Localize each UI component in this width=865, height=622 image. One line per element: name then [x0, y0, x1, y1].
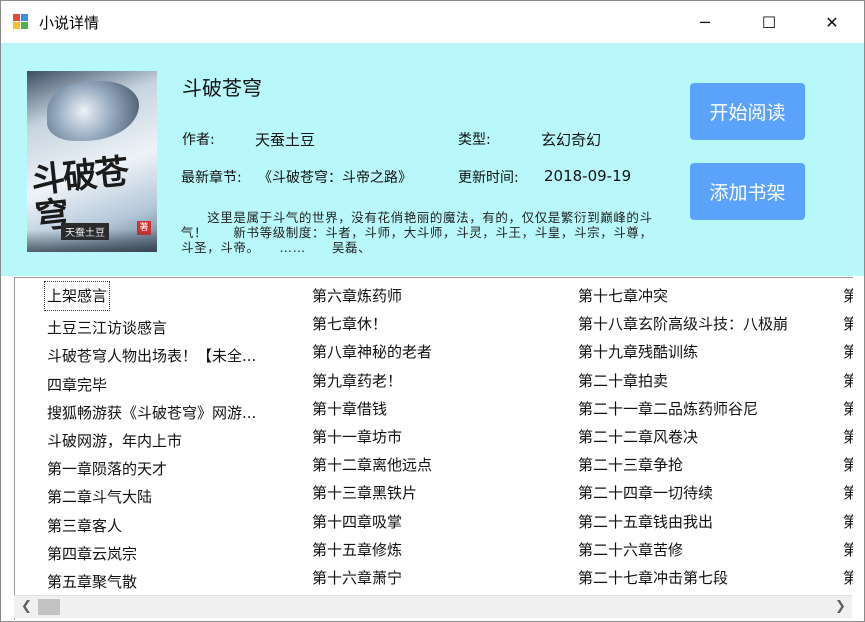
chapter-item[interactable]: 第 [843, 423, 853, 451]
updated-label: 更新时间: [458, 170, 519, 186]
scroll-left-icon[interactable]: ❮ [18, 598, 35, 615]
chapter-item[interactable]: 四章完毕 [47, 371, 297, 399]
chapter-item[interactable]: 第十九章残酷训练 [578, 338, 828, 366]
chapter-item[interactable]: 第五章聚气散 [47, 568, 297, 596]
scroll-right-icon[interactable]: ❯ [832, 598, 849, 615]
chapter-column-4: 第第第第第第第第第第第 [843, 282, 853, 592]
chapter-item[interactable]: 第十三章黑铁片 [312, 479, 562, 507]
book-info-panel: 斗破苍穹 天蚕土豆 著 斗破苍穹 作者: 天蚕土豆 类型: 玄幻奇幻 最新章节:… [1, 43, 864, 276]
genre-value: 玄幻奇幻 [541, 131, 602, 149]
latest-chapter-value: 《斗破苍穹：斗帝之路》 [258, 170, 412, 186]
chapter-item[interactable]: 第二十一章二品炼药师谷尼 [578, 395, 828, 423]
chapter-item[interactable]: 第一章陨落的天才 [47, 455, 297, 483]
chapter-item[interactable]: 第 [843, 395, 853, 423]
book-cover-image: 斗破苍穹 天蚕土豆 著 [27, 71, 157, 252]
horizontal-scrollbar[interactable]: ❮ ❯ [14, 595, 852, 618]
chapter-item[interactable]: 第 [843, 367, 853, 395]
chapter-item[interactable]: 第二十章拍卖 [578, 367, 828, 395]
start-reading-button[interactable]: 开始阅读 [690, 83, 805, 140]
chapter-item[interactable]: 第二十二章风卷决 [578, 423, 828, 451]
chapter-item[interactable]: 第二十五章钱由我出 [578, 508, 828, 536]
chapter-item[interactable]: 第七章休！ [312, 310, 562, 338]
chapter-column-3: 第十七章冲突 第十八章玄阶高级斗技：八极崩 第十九章残酷训练 第二十章拍卖 第二十一章二… [578, 282, 828, 592]
chapter-item[interactable]: 第二十三章争抢 [578, 451, 828, 479]
maximize-button[interactable]: ☐ [746, 1, 792, 43]
chapter-item[interactable]: 第十七章冲突 [578, 282, 828, 310]
chapter-item[interactable]: 第二十七章冲击第七段 [578, 564, 828, 592]
chapter-item[interactable]: 第 [843, 338, 853, 366]
chapter-item[interactable]: 第十一章坊市 [312, 423, 562, 451]
chapter-item[interactable]: 第 [843, 508, 853, 536]
chapter-list[interactable]: 上架感言 土豆三江访谈感言 斗破苍穹人物出场表！【未全... 四章完毕 搜狐畅游获《斗破… [14, 277, 853, 620]
chapter-item[interactable]: 第二十四章一切待续 [578, 479, 828, 507]
chapter-item[interactable]: 第八章神秘的老者 [312, 338, 562, 366]
author-value: 天蚕土豆 [255, 131, 316, 149]
chapter-item[interactable]: 第六章炼药师 [312, 282, 562, 310]
chapter-item[interactable]: 第 [843, 451, 853, 479]
chapter-item[interactable]: 第二章斗气大陆 [47, 483, 297, 511]
genre-label: 类型: [458, 132, 491, 148]
chapter-item[interactable]: 第十八章玄阶高级斗技：八极崩 [578, 310, 828, 338]
novel-detail-window: 小说详情 ─ ☐ ✕ 斗破苍穹 天蚕土豆 著 斗破苍穹 作者: 天蚕土豆 类型:… [0, 0, 865, 622]
chapter-item[interactable]: 第十五章修炼 [312, 536, 562, 564]
chapter-item[interactable]: 搜狐畅游获《斗破苍穹》网游... [47, 399, 297, 427]
cover-figures [27, 230, 157, 252]
scroll-thumb[interactable] [38, 599, 60, 615]
minimize-button[interactable]: ─ [682, 1, 728, 43]
updated-value: 2018-09-19 [544, 167, 632, 185]
book-description: 这里是属于斗气的世界，没有花俏艳丽的魔法，有的，仅仅是繁衍到巅峰的斗气！ 新书等… [181, 210, 653, 255]
chapter-item[interactable]: 斗破网游，年内上市 [47, 427, 297, 455]
add-to-shelf-button[interactable]: 添加书架 [690, 163, 805, 220]
chapter-item[interactable]: 第 [843, 282, 853, 310]
author-label: 作者: [182, 132, 215, 148]
chapter-item[interactable]: 斗破苍穹人物出场表！【未全... [47, 342, 297, 370]
app-icon [13, 14, 29, 30]
chapter-item[interactable]: 第十四章吸掌 [312, 508, 562, 536]
title-bar[interactable]: 小说详情 ─ ☐ ✕ [1, 1, 864, 43]
latest-chapter-label: 最新章节: [181, 170, 242, 186]
book-title: 斗破苍穹 [182, 76, 262, 100]
chapter-item[interactable]: 第十章借钱 [312, 395, 562, 423]
chapter-item[interactable]: 土豆三江访谈感言 [47, 314, 297, 342]
chapter-column-2: 第六章炼药师 第七章休！ 第八章神秘的老者 第九章药老！ 第十章借钱 第十一章坊市 第十二章… [312, 282, 562, 592]
chapter-item[interactable]: 第 [843, 310, 853, 338]
chapter-item[interactable]: 第 [843, 479, 853, 507]
chapter-item[interactable]: 第十六章萧宁 [312, 564, 562, 592]
chapter-item[interactable]: 上架感言 [43, 280, 111, 312]
chapter-item[interactable]: 第九章药老！ [312, 367, 562, 395]
window-title: 小说详情 [39, 14, 100, 32]
chapter-item[interactable]: 第二十六章苦修 [578, 536, 828, 564]
cover-dragon-art [47, 81, 139, 141]
chapter-item[interactable]: 第四章云岚宗 [47, 540, 297, 568]
close-button[interactable]: ✕ [809, 1, 855, 43]
chapter-item[interactable]: 第 [843, 536, 853, 564]
chapter-item[interactable]: 第三章客人 [47, 512, 297, 540]
chapter-item[interactable]: 第十二章离他远点 [312, 451, 562, 479]
chapter-column-1: 上架感言 土豆三江访谈感言 斗破苍穹人物出场表！【未全... 四章完毕 搜狐畅游获《斗破… [43, 280, 297, 596]
chapter-item[interactable]: 第 [843, 564, 853, 592]
